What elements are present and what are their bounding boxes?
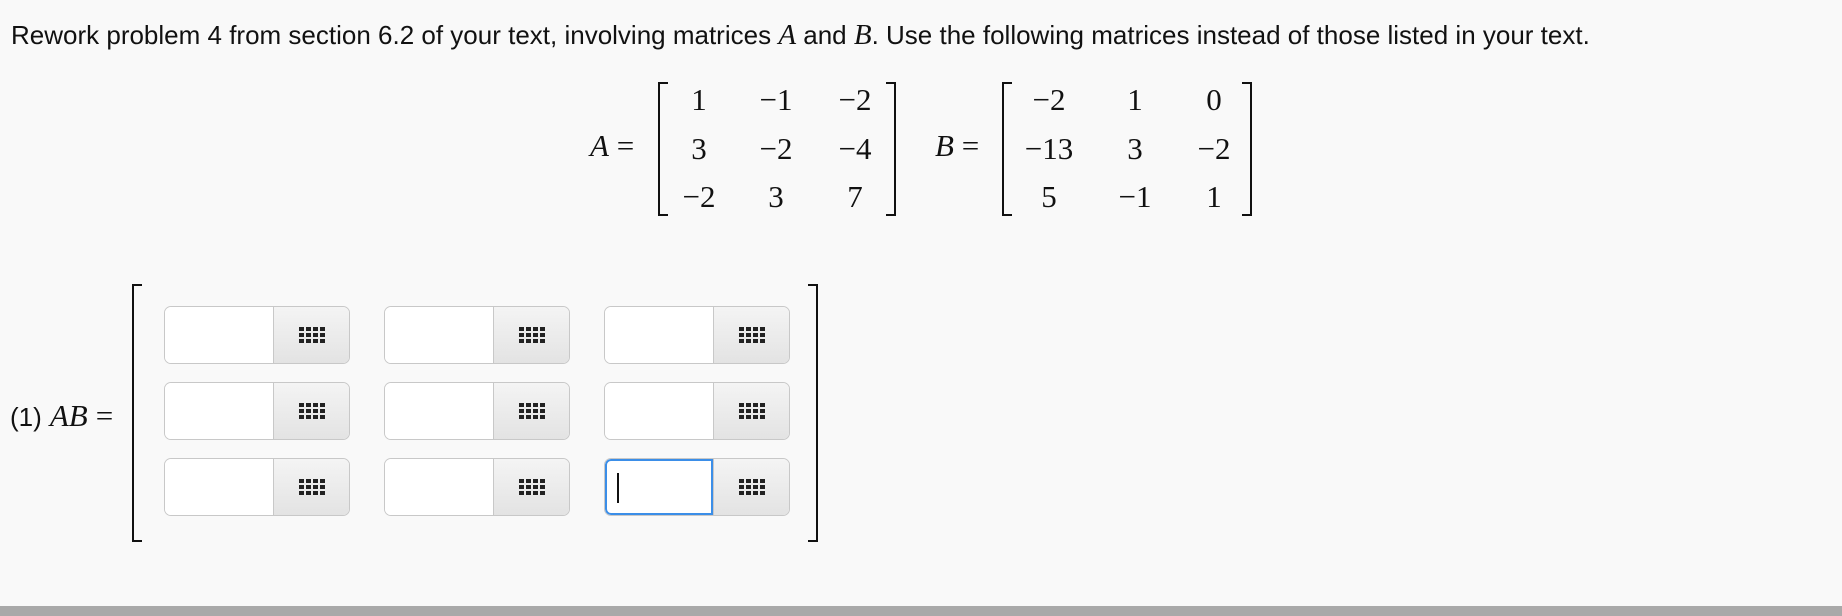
answer-input-r2-c3[interactable] <box>605 383 713 439</box>
problem-outro: . Use the following matrices instead of … <box>871 20 1590 50</box>
answer-entry-r3-c3[interactable] <box>604 458 790 516</box>
problem-statement: Rework problem 4 from section 6.2 of you… <box>11 18 1590 52</box>
problem-and: and <box>796 20 854 50</box>
matrix-a-cell-r3-c3: 7 <box>847 179 863 214</box>
answer-input-r2-c1[interactable] <box>165 383 273 439</box>
grid-palette-icon <box>298 403 325 419</box>
matrix-b-cell-r1-c2: 1 <box>1127 82 1143 117</box>
matrix-b-cell-r1-c1: −2 <box>1032 82 1066 117</box>
answer-label: (1) AB = <box>10 398 113 434</box>
answer-entry-r3-c2[interactable] <box>384 458 570 516</box>
grid-palette-icon <box>518 403 545 419</box>
matrix-a-equals: = <box>616 128 635 163</box>
palette-button-r3-c3[interactable] <box>713 459 789 515</box>
answer-equals: = <box>95 398 114 433</box>
answer-input-r3-c1[interactable] <box>165 459 273 515</box>
palette-button-r2-c1[interactable] <box>273 383 349 439</box>
answer-entry-r3-c1[interactable] <box>164 458 350 516</box>
palette-button-r1-c2[interactable] <box>493 307 569 363</box>
text-caret <box>617 473 619 503</box>
grid-palette-icon <box>738 403 765 419</box>
matrix-a-cell-r1-c1: 1 <box>691 82 707 117</box>
matrix-a-cell-r2-c2: −2 <box>759 131 793 166</box>
grid-palette-icon <box>298 327 325 343</box>
matrix-b-name: B <box>935 128 954 163</box>
matrix-b-cell-r1-c3: 0 <box>1206 82 1222 117</box>
grid-palette-icon <box>518 327 545 343</box>
answer-entry-r1-c3[interactable] <box>604 306 790 364</box>
matrix-b-cell-r3-c3: 1 <box>1206 179 1222 214</box>
answer-number: (1) <box>10 402 42 432</box>
answer-input-r1-c2[interactable] <box>385 307 493 363</box>
answer-entry-r1-c2[interactable] <box>384 306 570 364</box>
matrix-a-cell-r2-c1: 3 <box>691 131 707 166</box>
answer-input-r1-c1[interactable] <box>165 307 273 363</box>
grid-palette-icon <box>738 327 765 343</box>
problem-intro: Rework problem 4 from section 6.2 of you… <box>11 20 779 50</box>
palette-button-r2-c3[interactable] <box>713 383 789 439</box>
answer-input-r3-c2[interactable] <box>385 459 493 515</box>
matrix-b-cell-r2-c3: −2 <box>1197 131 1231 166</box>
matrix-a-name: A <box>590 128 609 163</box>
palette-button-r2-c2[interactable] <box>493 383 569 439</box>
answer-left-bracket <box>132 284 142 542</box>
answer-input-r1-c3[interactable] <box>605 307 713 363</box>
matrix-b-label: B = <box>935 128 979 164</box>
answer-input-r2-c2[interactable] <box>385 383 493 439</box>
answer-name: AB <box>49 398 88 433</box>
grid-palette-icon <box>738 479 765 495</box>
answer-entry-r2-c3[interactable] <box>604 382 790 440</box>
matrix-b-cell-r3-c2: −1 <box>1118 179 1152 214</box>
matrix-b-cell-r2-c1: −13 <box>1024 131 1074 166</box>
var-b: B <box>853 19 872 51</box>
matrix-b-cell-r2-c2: 3 <box>1127 131 1143 166</box>
palette-button-r1-c1[interactable] <box>273 307 349 363</box>
matrix-a-cell-r2-c3: −4 <box>838 131 872 166</box>
matrix-a-cell-r3-c2: 3 <box>768 179 784 214</box>
var-a: A <box>778 19 797 51</box>
matrix-a-cell-r1-c3: −2 <box>838 82 872 117</box>
matrix-a-cell-r3-c1: −2 <box>682 179 716 214</box>
matrix-b-cell-r3-c1: 5 <box>1041 179 1057 214</box>
matrix-a-label: A = <box>590 128 634 164</box>
answer-right-bracket <box>808 284 818 542</box>
grid-palette-icon <box>298 479 325 495</box>
matrix-b-equals: = <box>961 128 980 163</box>
answer-entry-r2-c2[interactable] <box>384 382 570 440</box>
palette-button-r3-c1[interactable] <box>273 459 349 515</box>
palette-button-r1-c3[interactable] <box>713 307 789 363</box>
answer-entry-r2-c1[interactable] <box>164 382 350 440</box>
bottom-border <box>0 606 1842 616</box>
palette-button-r3-c2[interactable] <box>493 459 569 515</box>
matrix-a-cell-r1-c2: −1 <box>759 82 793 117</box>
answer-input-r3-c3[interactable] <box>605 459 713 515</box>
grid-palette-icon <box>518 479 545 495</box>
answer-entry-r1-c1[interactable] <box>164 306 350 364</box>
